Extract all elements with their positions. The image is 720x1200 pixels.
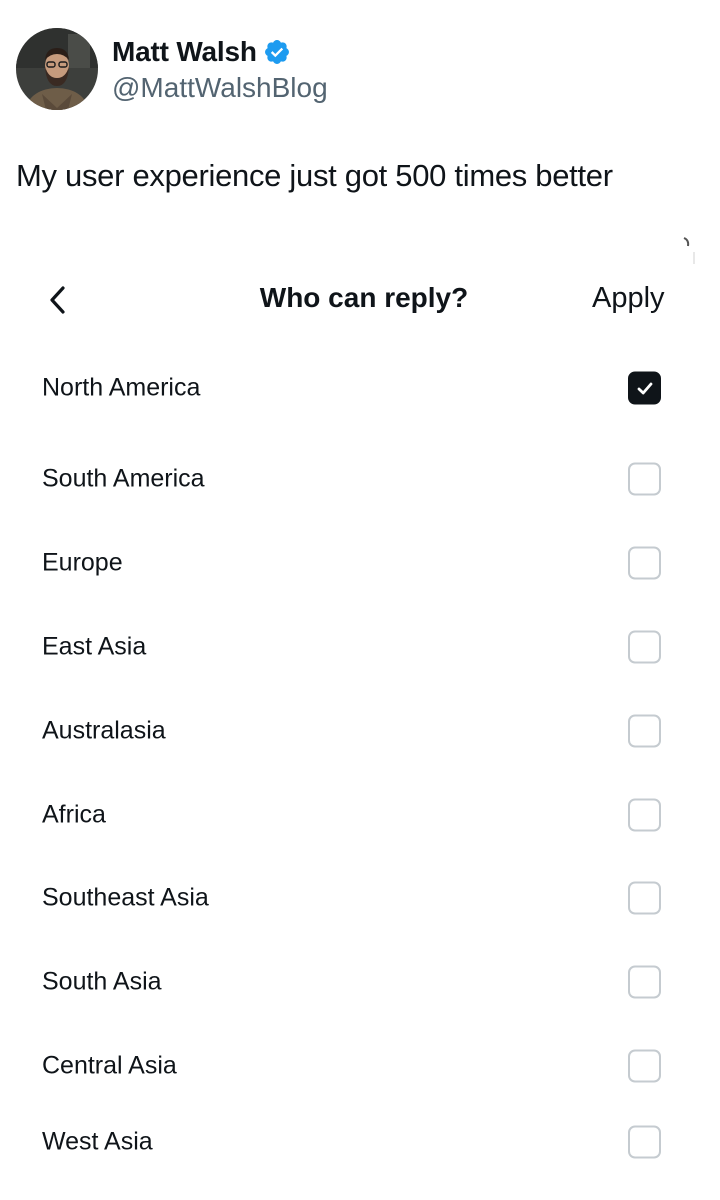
region-checkbox[interactable]	[628, 371, 661, 405]
checkmark-icon	[637, 382, 652, 394]
region-option[interactable]: South America	[0, 451, 720, 507]
region-option[interactable]: West Asia	[0, 1114, 720, 1170]
reply-settings-header: Who can reply? Apply	[0, 270, 720, 332]
profile-photo-icon	[16, 28, 98, 110]
region-option[interactable]: South Asia	[0, 954, 720, 1010]
region-checkbox[interactable]	[628, 881, 661, 915]
tweet-screenshot: Matt Walsh @MattWalshBlog My user experi…	[0, 0, 720, 1200]
region-checkbox[interactable]	[628, 965, 661, 999]
region-option-label: Southeast Asia	[42, 883, 209, 912]
region-option[interactable]: East Asia	[0, 619, 720, 675]
region-option[interactable]: Southeast Asia	[0, 870, 720, 926]
region-option[interactable]: North America	[0, 360, 720, 416]
apply-button[interactable]: Apply	[592, 282, 665, 315]
tweet-text: My user experience just got 500 times be…	[16, 158, 613, 193]
region-option-label: Central Asia	[42, 1051, 177, 1080]
region-option-label: North America	[42, 373, 201, 402]
region-checkbox[interactable]	[628, 714, 661, 748]
region-option[interactable]: Africa	[0, 787, 720, 843]
region-option-label: South Asia	[42, 967, 162, 996]
region-option-label: Africa	[42, 800, 106, 829]
avatar[interactable]	[16, 28, 98, 110]
author-name-row: Matt Walsh	[112, 36, 291, 68]
region-option-label: East Asia	[42, 632, 147, 661]
region-checkbox[interactable]	[628, 462, 661, 496]
region-checkbox[interactable]	[628, 798, 661, 832]
region-checkbox[interactable]	[628, 1125, 661, 1159]
region-option-label: Australasia	[42, 716, 166, 745]
region-checkbox[interactable]	[628, 546, 661, 580]
region-option[interactable]: Australasia	[0, 703, 720, 759]
author-display-name[interactable]: Matt Walsh	[112, 36, 257, 68]
region-option[interactable]: Central Asia	[0, 1038, 720, 1094]
verified-badge-icon	[264, 40, 289, 64]
region-option[interactable]: Europe	[0, 535, 720, 591]
region-checkbox[interactable]	[628, 630, 661, 664]
region-option-label: Europe	[42, 548, 123, 577]
region-option-label: West Asia	[42, 1127, 153, 1156]
region-option-label: South America	[42, 464, 205, 493]
author-handle[interactable]: @MattWalshBlog	[112, 72, 328, 104]
screenshot-edge-mark	[683, 237, 695, 264]
region-checkbox[interactable]	[628, 1049, 661, 1083]
